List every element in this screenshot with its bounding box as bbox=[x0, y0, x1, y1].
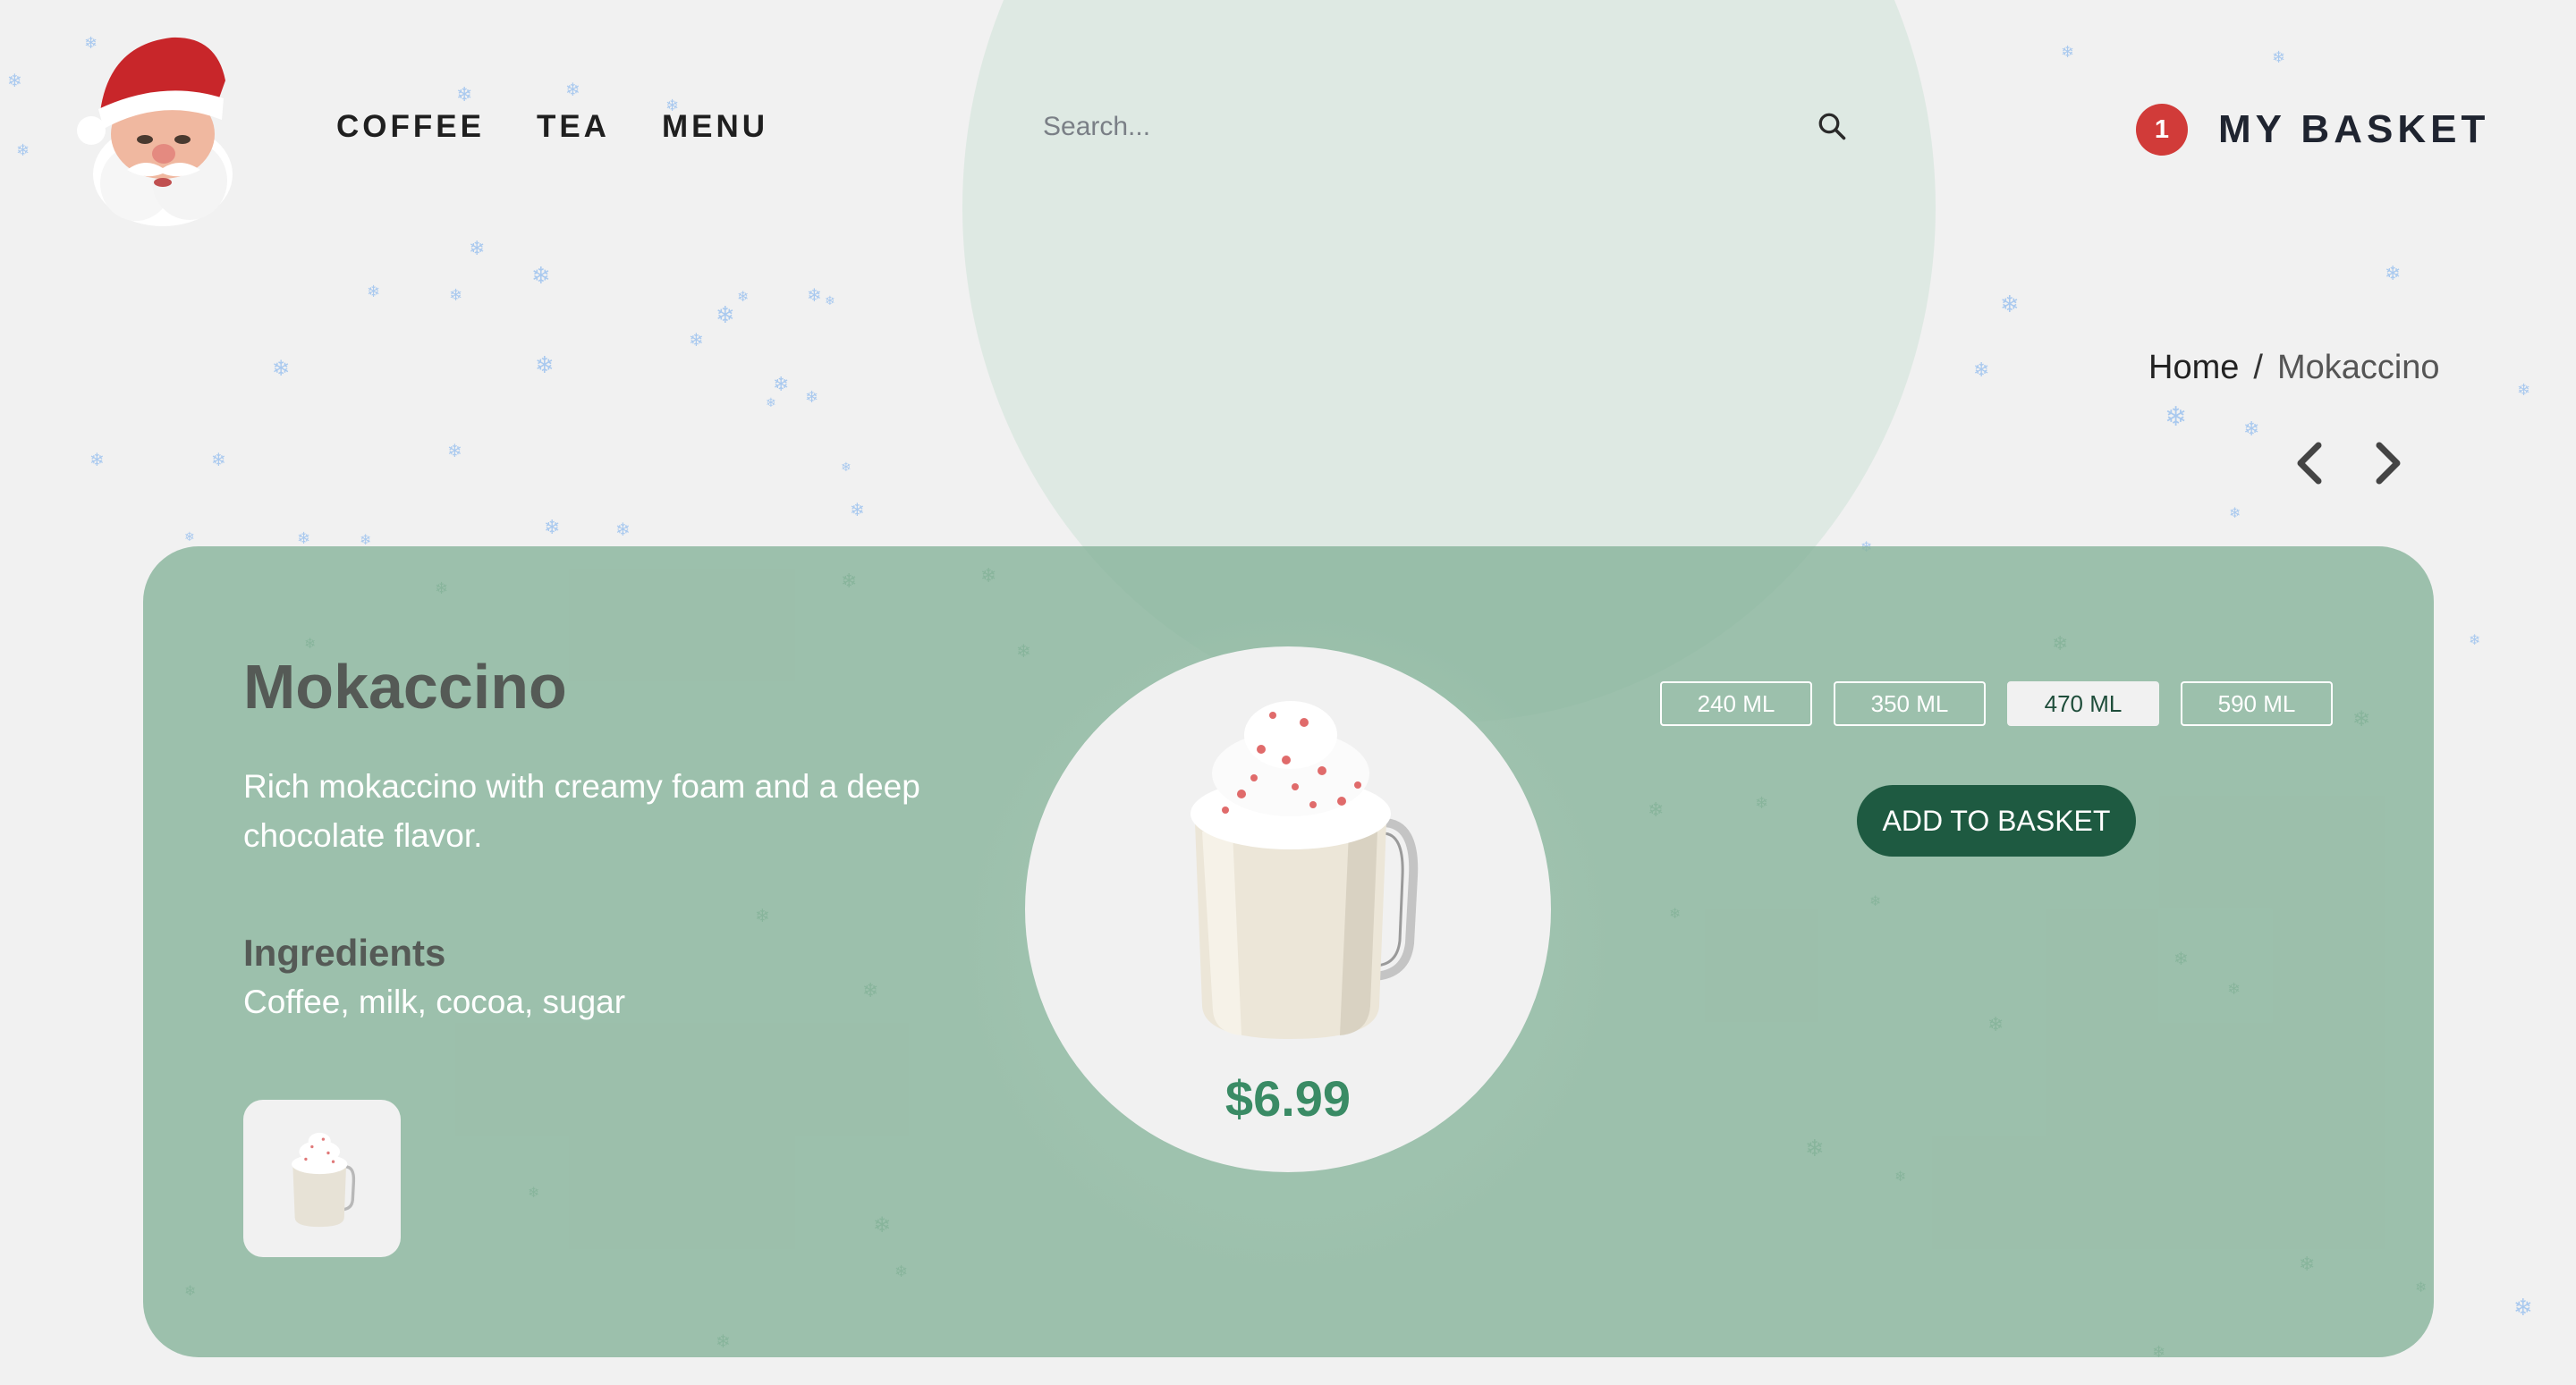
santa-claus-head-icon[interactable] bbox=[73, 27, 243, 228]
snowflake-icon: ❄ bbox=[447, 440, 462, 461]
snowflake-icon: ❄ bbox=[766, 396, 776, 410]
snowflake-icon: ❄ bbox=[16, 141, 30, 160]
snowflake-icon: ❄ bbox=[544, 517, 561, 539]
main-nav: COFFEE TEA MENU bbox=[336, 109, 768, 145]
snowflake-icon: ❄ bbox=[535, 352, 555, 379]
size-option-240ml[interactable]: 240 ML bbox=[1660, 681, 1812, 726]
breadcrumb-separator: / bbox=[2253, 349, 2263, 386]
snowflake-icon: ❄ bbox=[1973, 359, 1990, 382]
basket-count-badge: 1 bbox=[2136, 104, 2188, 156]
basket-button[interactable]: 1 MY BASKET bbox=[2136, 104, 2489, 156]
basket-label: MY BASKET bbox=[2218, 107, 2490, 151]
snowflake-icon: ❄ bbox=[2272, 48, 2286, 67]
search-button[interactable] bbox=[1814, 109, 1850, 145]
size-option-470ml[interactable]: 470 ML bbox=[2007, 681, 2159, 726]
snowflake-icon: ❄ bbox=[615, 519, 631, 540]
size-selector: 240 ML 350 ML 470 ML 590 ML bbox=[1660, 681, 2333, 726]
snowflake-icon: ❄ bbox=[469, 238, 486, 260]
snowflake-icon: ❄ bbox=[565, 79, 580, 100]
snowflake-icon: ❄ bbox=[2517, 381, 2531, 400]
snowflake-icon: ❄ bbox=[689, 329, 704, 350]
snowflake-icon: ❄ bbox=[2513, 1295, 2533, 1322]
snowflake-icon: ❄ bbox=[2385, 263, 2402, 285]
chevron-right-icon bbox=[2376, 442, 2401, 485]
snowflake-icon: ❄ bbox=[805, 388, 819, 407]
product-page: ❄ ❄ ❄ ❄ ❄ ❄ ❄ ❄ ❄ ❄ ❄ ❄ ❄ ❄ ❄ ❄ ❄ ❄ ❄ ❄ ❄ ❄ ❄ ❄ ❄ ❄ ❄ ❄ ❄ ❄ ❄ ❄ ❄ ❄ ❄ ❄ ❄ ❄ ❄ ❄… bbox=[0, 0, 2576, 1385]
nav-link-coffee[interactable]: COFFEE bbox=[336, 109, 485, 145]
ingredients-text: Coffee, milk, cocoa, sugar bbox=[243, 984, 626, 1020]
snowflake-icon: ❄ bbox=[367, 283, 381, 301]
snowflake-icon: ❄ bbox=[7, 70, 22, 91]
snowflake-icon: ❄ bbox=[841, 460, 852, 475]
snowflake-icon: ❄ bbox=[825, 294, 835, 308]
mokaccino-mug-image bbox=[1191, 701, 1419, 1039]
snowflake-icon: ❄ bbox=[272, 356, 291, 381]
product-thumbnail[interactable] bbox=[243, 1100, 401, 1257]
chevron-left-icon bbox=[2297, 442, 2322, 485]
next-product-button[interactable] bbox=[2368, 436, 2408, 490]
snowflake-icon: ❄ bbox=[737, 288, 750, 305]
snowflake-icon: ❄ bbox=[184, 530, 195, 545]
snowflake-icon: ❄ bbox=[456, 84, 473, 106]
snowflake-icon: ❄ bbox=[297, 529, 311, 548]
mug-thumbnail-icon bbox=[292, 1132, 356, 1228]
previous-product-button[interactable] bbox=[2290, 436, 2329, 490]
product-title: Mokaccino bbox=[243, 652, 567, 722]
nav-link-menu[interactable]: MENU bbox=[662, 109, 768, 145]
snowflake-icon: ❄ bbox=[449, 286, 463, 305]
snowflake-icon: ❄ bbox=[211, 449, 226, 470]
snowflake-icon: ❄ bbox=[89, 449, 105, 470]
snowflake-icon: ❄ bbox=[850, 499, 865, 520]
snowflake-icon: ❄ bbox=[2243, 418, 2260, 441]
snowflake-icon: ❄ bbox=[531, 263, 551, 290]
breadcrumb: Home / Mokaccino bbox=[2148, 349, 2440, 387]
breadcrumb-current: Mokaccino bbox=[2276, 349, 2440, 386]
snowflake-icon: ❄ bbox=[360, 531, 372, 548]
snowflake-icon: ❄ bbox=[2229, 504, 2241, 521]
ingredients-heading: Ingredients bbox=[243, 932, 446, 974]
snowflake-icon: ❄ bbox=[807, 284, 822, 306]
search-bar bbox=[1043, 106, 1848, 148]
breadcrumb-home-link[interactable]: Home bbox=[2148, 349, 2239, 387]
snowflake-icon: ❄ bbox=[2000, 291, 2020, 318]
snowflake-icon: ❄ bbox=[773, 374, 790, 396]
snowflake-icon: ❄ bbox=[2061, 43, 2075, 62]
nav-link-tea[interactable]: TEA bbox=[537, 109, 610, 145]
product-pager bbox=[2290, 436, 2408, 490]
search-icon bbox=[1818, 113, 1846, 139]
snowflake-icon: ❄ bbox=[716, 302, 735, 329]
product-description: Rich mokaccino with creamy foam and a de… bbox=[243, 768, 920, 854]
product-price: $6.99 bbox=[1224, 1070, 1352, 1127]
search-input[interactable] bbox=[1043, 106, 1848, 148]
snowflake-icon: ❄ bbox=[2165, 401, 2188, 433]
add-to-basket-button[interactable]: ADD TO BASKET bbox=[1857, 785, 2136, 857]
size-option-590ml[interactable]: 590 ML bbox=[2181, 681, 2333, 726]
snowflake-icon: ❄ bbox=[2469, 631, 2481, 648]
size-option-350ml[interactable]: 350 ML bbox=[1834, 681, 1986, 726]
